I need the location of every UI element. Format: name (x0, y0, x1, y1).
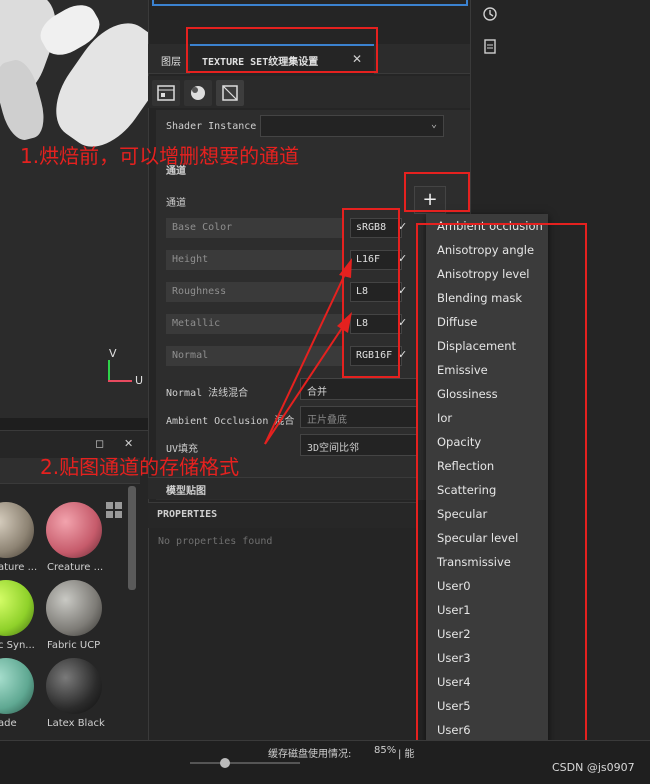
cache-disk-label: 缓存磁盘使用情况: (268, 749, 352, 760)
zoom-slider-track[interactable] (190, 762, 300, 764)
annotation-arrows (264, 258, 352, 445)
status-separator: | 能 (398, 749, 415, 760)
zoom-slider-knob[interactable] (220, 758, 230, 768)
csdn-watermark: CSDN @js0907 (552, 761, 635, 774)
cache-disk-value: 85% (374, 745, 397, 756)
